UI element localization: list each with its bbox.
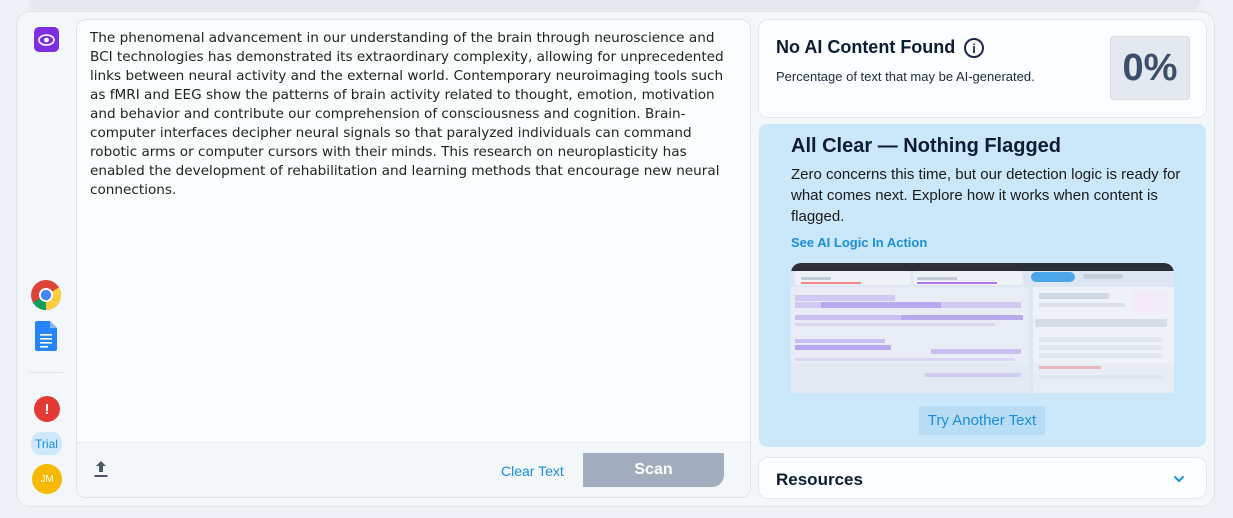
all-clear-card: All Clear — Nothing Flagged Zero concern… xyxy=(759,124,1206,447)
document-icon[interactable] xyxy=(35,321,57,351)
chevron-down-icon[interactable] xyxy=(1172,472,1186,486)
see-ai-logic-link[interactable]: See AI Logic In Action xyxy=(791,235,927,250)
result-card: No AI Content Found i Percentage of text… xyxy=(758,19,1207,118)
alert-icon[interactable]: ! xyxy=(34,396,60,422)
result-title: No AI Content Found xyxy=(776,37,956,57)
all-clear-body: Zero concerns this time, but our detecti… xyxy=(791,166,1181,225)
info-icon[interactable]: i xyxy=(964,38,984,58)
editor-text[interactable]: The phenomenal advancement in our unders… xyxy=(90,29,730,200)
editor-footer: Clear Text Scan xyxy=(77,442,750,497)
preview-image xyxy=(791,263,1174,393)
clear-text-button[interactable]: Clear Text xyxy=(501,463,564,479)
resources-title: Resources xyxy=(776,470,863,489)
avatar[interactable]: JM xyxy=(32,464,62,494)
ai-score: 0% xyxy=(1110,36,1190,100)
trial-badge[interactable]: Trial xyxy=(31,432,62,455)
result-subtitle: Percentage of text that may be AI-genera… xyxy=(776,69,1035,84)
scan-button[interactable]: Scan xyxy=(583,453,724,487)
text-editor[interactable]: The phenomenal advancement in our unders… xyxy=(76,19,751,498)
chrome-icon[interactable] xyxy=(30,279,62,311)
all-clear-title: All Clear — Nothing Flagged xyxy=(791,135,1062,157)
rail-divider xyxy=(29,372,63,373)
top-strip xyxy=(30,0,1200,8)
left-rail: ! Trial JM xyxy=(17,12,75,506)
upload-icon[interactable] xyxy=(93,460,109,478)
eye-icon[interactable] xyxy=(34,27,59,52)
try-another-text-button[interactable]: Try Another Text xyxy=(919,406,1045,435)
resources-section[interactable]: Resources xyxy=(758,457,1207,499)
